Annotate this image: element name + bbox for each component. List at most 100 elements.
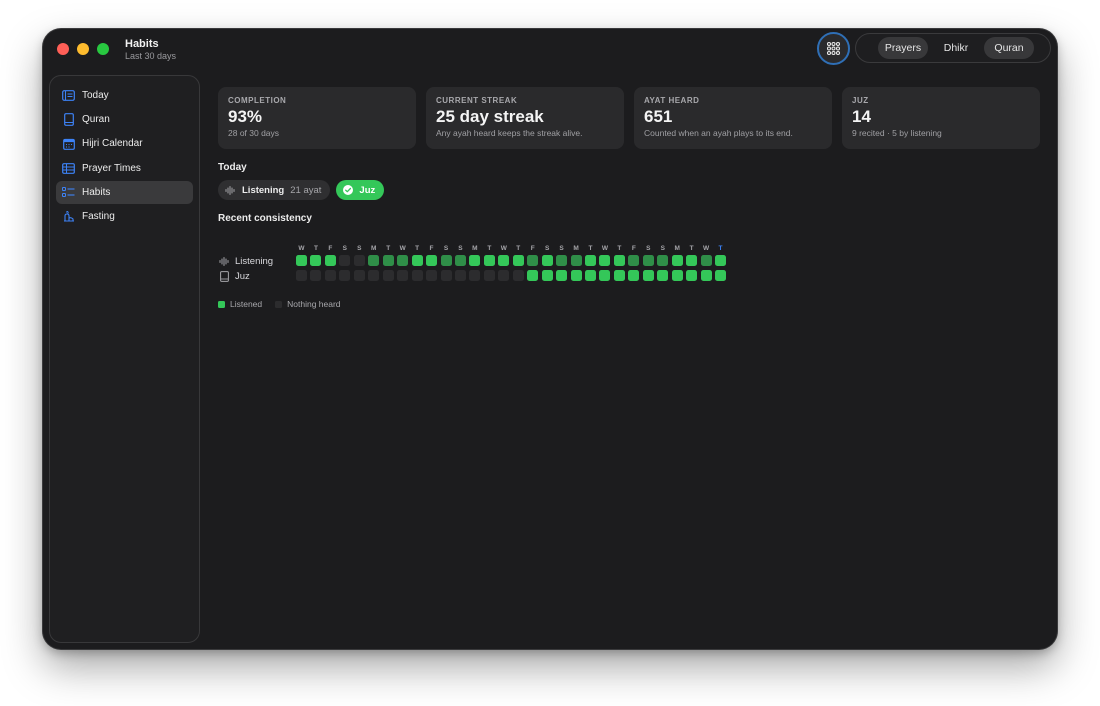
legend-label: Nothing heard: [287, 299, 341, 309]
heatmap-row-listening: Listening: [218, 255, 273, 267]
today-icon: [62, 89, 75, 102]
heatmap-cell[interactable]: [686, 255, 698, 266]
sidebar-item-hijri-calendar[interactable]: Hijri Calendar: [56, 132, 193, 155]
heatmap-cell[interactable]: [411, 270, 423, 281]
zoom-window-button[interactable]: [97, 43, 109, 55]
sidebar-item-today[interactable]: Today: [56, 84, 193, 107]
heatmap-cell[interactable]: [397, 255, 409, 266]
heatmap-cell[interactable]: [671, 270, 683, 281]
heatmap-cell[interactable]: [541, 270, 553, 281]
heatmap-cell[interactable]: [310, 255, 322, 266]
juz-chip[interactable]: Juz: [336, 180, 385, 200]
sidebar-item-fasting[interactable]: Fasting: [56, 205, 193, 228]
listening-chip-count: 21 ayat: [290, 184, 322, 196]
heatmap-cell[interactable]: [426, 255, 438, 266]
heatmap-cell[interactable]: [382, 270, 394, 281]
heatmap-cell[interactable]: [296, 270, 307, 281]
heatmap-cell[interactable]: [642, 270, 654, 281]
heatmap-cell[interactable]: [657, 255, 669, 266]
stat-card-completion: COMPLETION 93% 28 of 30 days: [218, 87, 416, 149]
heatmap-cell[interactable]: [483, 255, 495, 266]
segment-prayers[interactable]: Prayers: [878, 37, 928, 59]
heatmap-cell[interactable]: [570, 255, 582, 266]
heatmap-cell[interactable]: [715, 270, 727, 281]
heatmap-cell[interactable]: [397, 270, 409, 281]
heatmap-cell[interactable]: [700, 255, 712, 266]
heatmap-day-label: S: [357, 245, 362, 252]
heatmap-cell[interactable]: [642, 255, 654, 266]
minimize-window-button[interactable]: [77, 43, 89, 55]
listening-chip[interactable]: Listening 21 ayat: [218, 180, 331, 200]
heatmap-cell[interactable]: [440, 270, 452, 281]
heatmap-cell[interactable]: [541, 255, 553, 266]
waveform-icon: [225, 185, 236, 195]
heatmap-cell[interactable]: [324, 255, 336, 266]
heatmap-cell[interactable]: [628, 270, 640, 281]
heatmap-cell[interactable]: [498, 255, 510, 266]
heatmap-cell[interactable]: [353, 255, 365, 266]
sidebar: Today Quran Hijri Calendar Prayer Times …: [49, 75, 200, 643]
sidebar-item-prayer-times[interactable]: Prayer Times: [56, 157, 193, 180]
app-window: Habits Last 30 days Prayers Dhikr Quran …: [43, 29, 1057, 649]
stat-subtitle: 9 recited · 5 by listening: [852, 128, 942, 138]
heatmap-cell[interactable]: [715, 255, 727, 266]
heatmap-cell[interactable]: [296, 255, 307, 266]
heatmap-cell[interactable]: [527, 270, 539, 281]
heatmap-cell[interactable]: [353, 270, 365, 281]
heatmap-cell[interactable]: [657, 270, 669, 281]
heatmap-cell[interactable]: [426, 270, 438, 281]
heatmap-cell[interactable]: [527, 255, 539, 266]
heatmap-cell[interactable]: [483, 270, 495, 281]
heatmap-cell[interactable]: [628, 255, 640, 266]
segment-dhikr[interactable]: Dhikr: [930, 37, 982, 59]
heatmap-cell[interactable]: [599, 255, 611, 266]
heatmap-cell[interactable]: [368, 255, 380, 266]
heatmap-cell[interactable]: [556, 255, 568, 266]
sidebar-item-label: Prayer Times: [82, 162, 141, 174]
heatmap-cell[interactable]: [512, 270, 524, 281]
sidebar-item-quran[interactable]: Quran: [56, 108, 193, 131]
heatmap-cell[interactable]: [382, 255, 394, 266]
heatmap-cell[interactable]: [570, 270, 582, 281]
heatmap-day-label: T: [415, 245, 420, 252]
heatmap-cell[interactable]: [686, 270, 698, 281]
heatmap-cell[interactable]: [454, 270, 466, 281]
heatmap-cell[interactable]: [324, 270, 336, 281]
legend-item-listened: Listened: [218, 299, 262, 309]
heatmap-cell[interactable]: [556, 270, 568, 281]
heatmap-cell[interactable]: [512, 255, 524, 266]
heatmap-cell[interactable]: [613, 255, 625, 266]
check-circle-icon: [343, 185, 354, 195]
close-window-button[interactable]: [57, 43, 69, 55]
heatmap-cell[interactable]: [613, 270, 625, 281]
heatmap-cell[interactable]: [585, 270, 596, 281]
heatmap-cell[interactable]: [368, 270, 380, 281]
stat-cards: COMPLETION 93% 28 of 30 days CURRENT STR…: [218, 87, 1040, 149]
heatmap-cell[interactable]: [671, 255, 683, 266]
segment-quran[interactable]: Quran: [984, 37, 1034, 59]
book-icon: [218, 270, 230, 282]
sidebar-item-habits[interactable]: Habits: [56, 180, 193, 204]
apps-grid-button[interactable]: [817, 32, 850, 65]
stat-subtitle: 28 of 30 days: [228, 128, 280, 138]
heatmap-cell[interactable]: [498, 270, 510, 281]
heatmap-cell[interactable]: [310, 270, 322, 281]
heatmap-day-label: W: [298, 245, 305, 252]
heatmap-cell[interactable]: [469, 270, 481, 281]
heatmap-cell[interactable]: [585, 255, 596, 266]
heatmap-cell[interactable]: [700, 270, 712, 281]
heatmap-cell[interactable]: [411, 255, 423, 266]
heatmap-cell[interactable]: [599, 270, 611, 281]
heatmap-cell[interactable]: [440, 255, 452, 266]
fasting-icon: [62, 210, 75, 223]
heatmap-day-label: T: [718, 245, 723, 252]
heatmap-cell[interactable]: [454, 255, 466, 266]
heatmap-cell[interactable]: [469, 255, 481, 266]
heatmap-cell[interactable]: [339, 270, 351, 281]
stat-label: AYAT HEARD: [644, 96, 700, 105]
heatmap-cell[interactable]: [339, 255, 351, 266]
heatmap-day-label: M: [371, 245, 377, 252]
stat-label: CURRENT STREAK: [436, 96, 518, 105]
stat-value: 651: [644, 107, 673, 126]
sidebar-item-label: Fasting: [82, 210, 115, 222]
